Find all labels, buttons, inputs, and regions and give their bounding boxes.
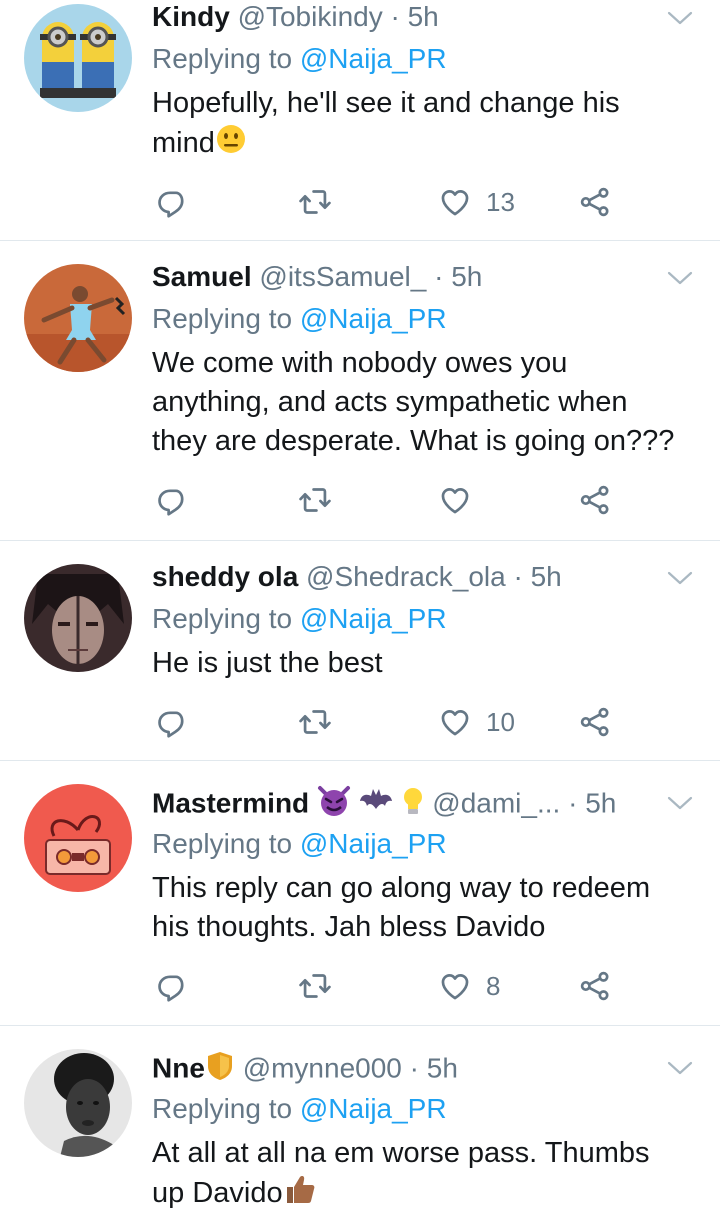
heart-icon xyxy=(438,185,472,219)
retweet-button[interactable] xyxy=(298,702,332,742)
thumbs-up-icon xyxy=(283,1173,317,1216)
reply-mention-link[interactable]: @Naija_PR xyxy=(300,1093,447,1124)
replying-to: Replying to @Naija_PR xyxy=(152,43,447,74)
reply-button[interactable] xyxy=(156,480,190,520)
tweet-kindy[interactable]: Kindy @Tobikindy · 5h Replying to @Naija… xyxy=(0,0,720,241)
reply-mention-link[interactable]: @Naija_PR xyxy=(300,603,447,634)
retweet-button[interactable] xyxy=(298,480,332,520)
reply-icon xyxy=(156,483,190,517)
share-icon xyxy=(578,483,612,517)
retweet-icon xyxy=(298,185,332,219)
tweet-nne[interactable]: Nne @mynne000 · 5h Replying to @Naija_PR… xyxy=(0,1025,720,1213)
anime-character-avatar[interactable] xyxy=(24,564,132,672)
display-name[interactable]: Kindy xyxy=(152,1,230,32)
tweet-text: This reply can go along way to redeem hi… xyxy=(152,872,651,943)
like-count: 13 xyxy=(486,186,515,217)
like-count: 8 xyxy=(486,970,501,1001)
share-button[interactable] xyxy=(578,480,612,520)
tweet-actions: 13 xyxy=(152,182,632,222)
neutral-face-icon xyxy=(215,123,247,166)
bat-icon xyxy=(359,787,393,823)
timestamp[interactable]: · 5h xyxy=(410,1052,458,1083)
like-button[interactable]: 13 xyxy=(438,182,515,222)
share-button[interactable] xyxy=(578,182,612,222)
like-button[interactable] xyxy=(438,480,486,520)
user-handle[interactable]: @itsSamuel_ xyxy=(259,261,426,292)
light-bulb-icon xyxy=(401,785,425,825)
reply-mention-link[interactable]: @Naija_PR xyxy=(300,43,447,74)
share-icon xyxy=(578,969,612,1003)
reply-mention-link[interactable]: @Naija_PR xyxy=(300,828,447,859)
chevron-down-icon[interactable] xyxy=(666,793,694,813)
retweet-icon xyxy=(298,705,332,739)
reply-button[interactable] xyxy=(156,702,190,742)
reply-button[interactable] xyxy=(156,966,190,1006)
heart-icon xyxy=(438,969,472,1003)
devil-face-icon xyxy=(317,785,351,825)
tweet-actions: 8 xyxy=(152,966,632,1006)
share-button[interactable] xyxy=(578,966,612,1006)
woman-bw-avatar[interactable] xyxy=(24,1049,132,1157)
retweet-icon xyxy=(298,969,332,1003)
share-icon xyxy=(578,185,612,219)
like-button[interactable]: 10 xyxy=(438,702,515,742)
timestamp[interactable]: · 5h xyxy=(434,261,482,292)
reply-icon xyxy=(156,185,190,219)
cassette-heart-avatar[interactable] xyxy=(24,784,132,892)
replying-to: Replying to @Naija_PR xyxy=(152,603,447,634)
share-button[interactable] xyxy=(578,702,612,742)
reply-icon xyxy=(156,705,190,739)
shield-icon xyxy=(205,1050,235,1090)
chevron-down-icon[interactable] xyxy=(666,8,694,28)
retweet-button[interactable] xyxy=(298,966,332,1006)
user-handle[interactable]: @dami_... xyxy=(432,787,560,818)
like-count: 10 xyxy=(486,706,515,737)
tweet-actions xyxy=(152,480,632,520)
tweet-actions: 10 xyxy=(152,702,632,742)
replying-to: Replying to @Naija_PR xyxy=(152,303,447,334)
tennis-player-avatar[interactable] xyxy=(24,264,132,372)
display-name[interactable]: Samuel xyxy=(152,261,252,292)
heart-icon xyxy=(438,483,472,517)
timestamp[interactable]: · 5h xyxy=(568,787,616,818)
like-button[interactable]: 8 xyxy=(438,966,500,1006)
timestamp[interactable]: · 5h xyxy=(513,561,561,592)
tweet-samuel[interactable]: Samuel @itsSamuel_ · 5h Replying to @Nai… xyxy=(0,240,720,541)
retweet-icon xyxy=(298,483,332,517)
tweet-text: He is just the best xyxy=(152,647,383,679)
replying-to: Replying to @Naija_PR xyxy=(152,828,447,859)
display-name[interactable]: Mastermind xyxy=(152,787,309,818)
reply-mention-link[interactable]: @Naija_PR xyxy=(300,303,447,334)
tweet-text: We come with nobody owes you anything, a… xyxy=(152,347,675,457)
tweet-text: Hopefully, he'll see it and change his m… xyxy=(152,84,692,166)
display-name[interactable]: Nne xyxy=(152,1052,205,1083)
chevron-down-icon[interactable] xyxy=(666,1058,694,1078)
tweet-sheddy-ola[interactable]: sheddy ola @Shedrack_ola · 5h Replying t… xyxy=(0,540,720,761)
tweet-mastermind[interactable]: Mastermind @dami_... · 5h Replying to @N… xyxy=(0,760,720,1026)
tweet-text: At all at all na em worse pass. Thumbs u… xyxy=(152,1134,692,1216)
chevron-down-icon[interactable] xyxy=(666,268,694,288)
user-handle[interactable]: @mynne000 xyxy=(243,1052,402,1083)
timestamp[interactable]: · 5h xyxy=(391,1,439,32)
heart-icon xyxy=(438,705,472,739)
replying-to: Replying to @Naija_PR xyxy=(152,1093,447,1124)
minions-avatar[interactable] xyxy=(24,4,132,112)
retweet-button[interactable] xyxy=(298,182,332,222)
chevron-down-icon[interactable] xyxy=(666,568,694,588)
share-icon xyxy=(578,705,612,739)
reply-icon xyxy=(156,969,190,1003)
user-handle[interactable]: @Tobikindy xyxy=(238,1,383,32)
display-name[interactable]: sheddy ola xyxy=(152,561,298,592)
reply-button[interactable] xyxy=(156,182,190,222)
user-handle[interactable]: @Shedrack_ola xyxy=(306,561,506,592)
